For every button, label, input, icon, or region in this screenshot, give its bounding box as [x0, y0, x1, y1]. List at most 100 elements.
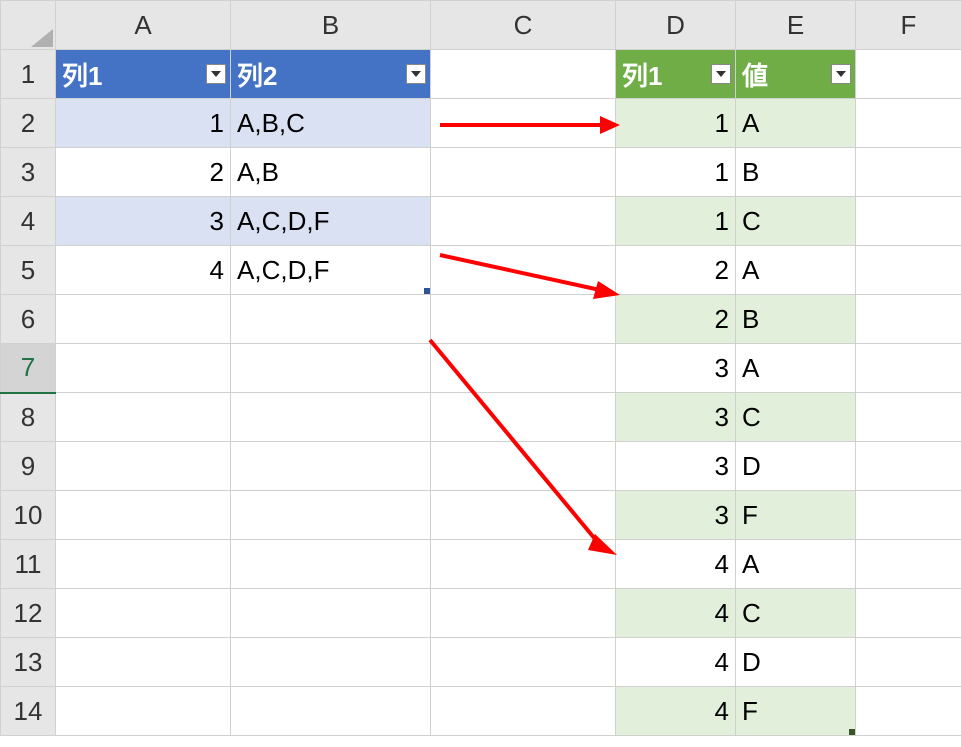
- filter-button-icon[interactable]: [831, 64, 851, 84]
- cell-B3[interactable]: A,B: [231, 148, 431, 197]
- cell-B9[interactable]: [231, 442, 431, 491]
- cell-A8[interactable]: [56, 393, 231, 442]
- row-header-4[interactable]: 4: [1, 197, 56, 246]
- cell-E12[interactable]: C: [736, 589, 856, 638]
- cell-A14[interactable]: [56, 687, 231, 736]
- cell-A10[interactable]: [56, 491, 231, 540]
- cell-B4[interactable]: A,C,D,F: [231, 197, 431, 246]
- cell-F8[interactable]: [856, 393, 961, 442]
- cell-A13[interactable]: [56, 638, 231, 687]
- cell-E3[interactable]: B: [736, 148, 856, 197]
- col-header-E[interactable]: E: [736, 1, 856, 50]
- cell-F14[interactable]: [856, 687, 961, 736]
- col-header-C[interactable]: C: [431, 1, 616, 50]
- cell-E5[interactable]: A: [736, 246, 856, 295]
- cell-B5[interactable]: A,C,D,F: [231, 246, 431, 295]
- cell-B7[interactable]: [231, 344, 431, 393]
- row-header-6[interactable]: 6: [1, 295, 56, 344]
- row-header-7[interactable]: 7: [1, 344, 56, 393]
- row-header-9[interactable]: 9: [1, 442, 56, 491]
- cell-D5[interactable]: 2: [616, 246, 736, 295]
- row-header-13[interactable]: 13: [1, 638, 56, 687]
- row-header-8[interactable]: 8: [1, 393, 56, 442]
- cell-C13[interactable]: [431, 638, 616, 687]
- cell-D4[interactable]: 1: [616, 197, 736, 246]
- filter-button-icon[interactable]: [406, 64, 426, 84]
- cell-D7[interactable]: 3: [616, 344, 736, 393]
- cell-A12[interactable]: [56, 589, 231, 638]
- table2-header-col2[interactable]: 値: [736, 50, 856, 99]
- cell-E9[interactable]: D: [736, 442, 856, 491]
- cell-B10[interactable]: [231, 491, 431, 540]
- cell-E10[interactable]: F: [736, 491, 856, 540]
- cell-B12[interactable]: [231, 589, 431, 638]
- cell-E14[interactable]: F: [736, 687, 856, 736]
- cell-C7[interactable]: [431, 344, 616, 393]
- cell-E13[interactable]: D: [736, 638, 856, 687]
- col-header-A[interactable]: A: [56, 1, 231, 50]
- cell-A7[interactable]: [56, 344, 231, 393]
- row-header-1[interactable]: 1: [1, 50, 56, 99]
- cell-E8[interactable]: C: [736, 393, 856, 442]
- cell-A11[interactable]: [56, 540, 231, 589]
- cell-B13[interactable]: [231, 638, 431, 687]
- cell-F6[interactable]: [856, 295, 961, 344]
- table2-header-col1[interactable]: 列1: [616, 50, 736, 99]
- cell-D10[interactable]: 3: [616, 491, 736, 540]
- cell-C6[interactable]: [431, 295, 616, 344]
- spreadsheet-grid[interactable]: A B C D E F 1 列1 列2 列1 値 2 1 A,B,C: [0, 0, 961, 736]
- cell-D3[interactable]: 1: [616, 148, 736, 197]
- cell-D12[interactable]: 4: [616, 589, 736, 638]
- cell-F12[interactable]: [856, 589, 961, 638]
- cell-C1[interactable]: [431, 50, 616, 99]
- cell-A5[interactable]: 4: [56, 246, 231, 295]
- cell-C10[interactable]: [431, 491, 616, 540]
- cell-A2[interactable]: 1: [56, 99, 231, 148]
- cell-F13[interactable]: [856, 638, 961, 687]
- cell-D9[interactable]: 3: [616, 442, 736, 491]
- row-header-5[interactable]: 5: [1, 246, 56, 295]
- row-header-12[interactable]: 12: [1, 589, 56, 638]
- row-header-14[interactable]: 14: [1, 687, 56, 736]
- cell-B14[interactable]: [231, 687, 431, 736]
- cell-F10[interactable]: [856, 491, 961, 540]
- col-header-D[interactable]: D: [616, 1, 736, 50]
- row-header-3[interactable]: 3: [1, 148, 56, 197]
- cell-E6[interactable]: B: [736, 295, 856, 344]
- filter-button-icon[interactable]: [711, 64, 731, 84]
- cell-E2[interactable]: A: [736, 99, 856, 148]
- row-header-11[interactable]: 11: [1, 540, 56, 589]
- row-header-2[interactable]: 2: [1, 99, 56, 148]
- col-header-B[interactable]: B: [231, 1, 431, 50]
- cell-F1[interactable]: [856, 50, 961, 99]
- cell-F3[interactable]: [856, 148, 961, 197]
- table1-header-col2[interactable]: 列2: [231, 50, 431, 99]
- cell-C11[interactable]: [431, 540, 616, 589]
- cell-A6[interactable]: [56, 295, 231, 344]
- cell-C4[interactable]: [431, 197, 616, 246]
- cell-F7[interactable]: [856, 344, 961, 393]
- cell-A9[interactable]: [56, 442, 231, 491]
- cell-C12[interactable]: [431, 589, 616, 638]
- cell-A3[interactable]: 2: [56, 148, 231, 197]
- row-header-10[interactable]: 10: [1, 491, 56, 540]
- cell-E4[interactable]: C: [736, 197, 856, 246]
- cell-C2[interactable]: [431, 99, 616, 148]
- cell-C3[interactable]: [431, 148, 616, 197]
- cell-C5[interactable]: [431, 246, 616, 295]
- cell-F9[interactable]: [856, 442, 961, 491]
- cell-B2[interactable]: A,B,C: [231, 99, 431, 148]
- table1-header-col1[interactable]: 列1: [56, 50, 231, 99]
- col-header-F[interactable]: F: [856, 1, 961, 50]
- select-all-corner[interactable]: [1, 1, 56, 50]
- cell-B6[interactable]: [231, 295, 431, 344]
- cell-B8[interactable]: [231, 393, 431, 442]
- cell-D14[interactable]: 4: [616, 687, 736, 736]
- cell-F2[interactable]: [856, 99, 961, 148]
- cell-D6[interactable]: 2: [616, 295, 736, 344]
- cell-C14[interactable]: [431, 687, 616, 736]
- cell-D13[interactable]: 4: [616, 638, 736, 687]
- cell-E7[interactable]: A: [736, 344, 856, 393]
- cell-D8[interactable]: 3: [616, 393, 736, 442]
- cell-F5[interactable]: [856, 246, 961, 295]
